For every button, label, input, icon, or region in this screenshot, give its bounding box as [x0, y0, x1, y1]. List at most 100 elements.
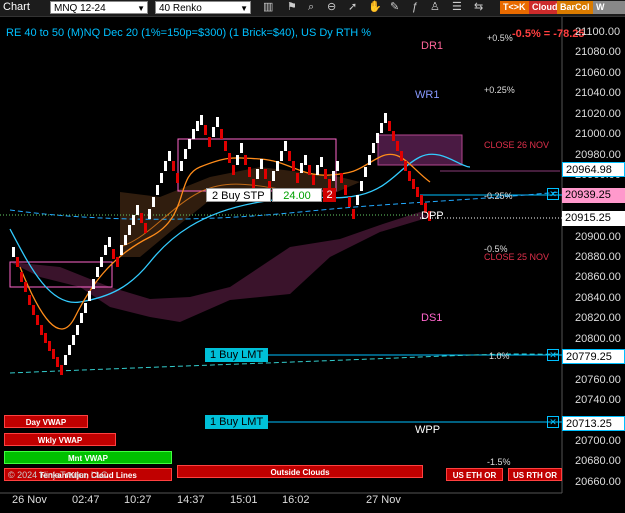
close-icon[interactable]: ✕ — [547, 349, 559, 361]
wkly-vwap-button[interactable]: Wkly VWAP — [4, 433, 116, 446]
time-label: 16:02 — [282, 494, 310, 506]
renko-brick — [284, 141, 287, 151]
close-icon[interactable]: ✕ — [547, 188, 559, 200]
renko-brick — [184, 149, 187, 159]
price-axis-label: 20980.00 — [575, 148, 621, 161]
renko-brick — [416, 187, 419, 197]
renko-brick — [48, 341, 51, 351]
day-vwap-button[interactable]: Day VWAP — [4, 415, 88, 428]
us-eth-or-button[interactable]: US ETH OR — [446, 468, 503, 481]
renko-brick — [84, 303, 87, 313]
renko-brick — [272, 171, 275, 181]
dpp-price-tag: 20915.25 — [562, 211, 625, 226]
renko-brick — [236, 155, 239, 165]
vwap-badge[interactable]: W VWA — [593, 1, 625, 14]
close-icon[interactable]: ✕ — [547, 416, 559, 428]
buy-lmt-order-2[interactable]: 1 Buy LMT — [205, 415, 269, 429]
renko-brick — [44, 333, 47, 343]
renko-brick — [156, 185, 159, 195]
indicator-icon[interactable]: ƒ — [412, 1, 418, 14]
renko-brick — [372, 143, 375, 153]
renko-brick — [360, 181, 363, 191]
instrument-selector[interactable]: MNQ 12-24 ▼ — [50, 1, 148, 14]
pencil-icon[interactable]: ✎ — [390, 1, 399, 14]
renko-brick — [420, 195, 423, 205]
buy-stp-order[interactable]: 2 Buy STP — [206, 188, 271, 202]
renko-brick — [300, 163, 303, 173]
zoom-icon[interactable]: ⌕ — [308, 1, 314, 14]
renko-brick — [368, 155, 371, 165]
renko-brick — [388, 121, 391, 131]
dpp-label: DPP — [421, 210, 444, 222]
chart-description: RE 40 to 50 (M)NQ Dec 20 (1%=150p=$300) … — [6, 27, 372, 39]
price-axis-label: 20660.00 — [575, 475, 621, 488]
bar-type-icon[interactable]: ▥ — [263, 1, 273, 14]
mnt-vwap-button[interactable]: Mnt VWAP — [4, 451, 172, 464]
barcol-badge[interactable]: BarCol — [557, 1, 593, 14]
renko-brick — [256, 169, 259, 179]
price-axis-label: 20760.00 — [575, 373, 621, 386]
renko-brick — [52, 349, 55, 359]
renko-brick — [188, 139, 191, 149]
current-price-tag: 20964.98 — [562, 162, 625, 177]
renko-brick — [144, 223, 147, 233]
price-axis-label: 21000.00 — [575, 128, 621, 141]
pointer-icon[interactable]: ➚ — [348, 1, 357, 14]
properties-icon[interactable]: ☰ — [452, 1, 462, 14]
tk-badge[interactable]: T<>K — [500, 1, 529, 14]
renko-brick — [276, 161, 279, 171]
renko-brick — [220, 129, 223, 139]
pnl-value: -0.5% = -78.25 — [512, 28, 585, 40]
renko-brick — [24, 282, 27, 292]
renko-brick — [340, 173, 343, 183]
bar-type-value: 40 Renko — [159, 3, 202, 14]
renko-brick — [116, 257, 119, 267]
renko-brick — [292, 161, 295, 171]
renko-brick — [104, 245, 107, 255]
renko-brick — [112, 249, 115, 259]
renko-brick — [168, 151, 171, 161]
renko-brick — [80, 313, 83, 323]
magnify-minus-icon[interactable]: ⊖ — [327, 1, 336, 14]
hand-icon[interactable]: ✋ — [368, 1, 382, 14]
instrument-value: MNQ 12-24 — [54, 3, 106, 14]
renko-brick — [212, 127, 215, 137]
renko-brick — [320, 157, 323, 167]
stp-qty-badge[interactable]: 2 — [323, 188, 336, 202]
renko-brick — [384, 113, 387, 123]
renko-brick — [204, 125, 207, 135]
renko-brick — [364, 167, 367, 177]
buy-lmt-order-1[interactable]: 1 Buy LMT — [205, 348, 269, 362]
trade-icon[interactable]: ⇆ — [474, 1, 483, 14]
renko-brick — [36, 315, 39, 325]
renko-brick — [32, 305, 35, 315]
price-axis-label: 20860.00 — [575, 271, 621, 284]
strategy-icon[interactable]: ♙ — [430, 1, 440, 14]
renko-brick — [16, 257, 19, 267]
bar-type-selector[interactable]: 40 Renko ▼ — [155, 1, 251, 14]
lmt1-price-tag: 20779.25 — [562, 349, 625, 364]
stp-price-input[interactable]: 24.00 — [272, 188, 322, 202]
drawing-tools-icon[interactable]: ⚑ — [287, 1, 297, 14]
price-axis-label: 21040.00 — [575, 87, 621, 100]
renko-brick — [240, 143, 243, 153]
price-axis-label: 21020.00 — [575, 107, 621, 120]
renko-brick — [176, 173, 179, 183]
cloud-badge[interactable]: Cloud — [529, 1, 561, 14]
renko-brick — [412, 179, 415, 189]
renko-brick — [352, 209, 355, 219]
pnl-prefix: -0.5% — [512, 28, 541, 40]
renko-brick — [160, 173, 163, 183]
renko-brick — [64, 355, 67, 365]
chart-toolbar: Chart MNQ 12-24 ▼ 40 Renko ▼ ▥ ⚑ ⌕ ⊖ ➚ ✋ ✎… — [0, 0, 625, 17]
chevron-down-icon: ▼ — [137, 4, 145, 13]
renko-bricks — [12, 113, 431, 375]
renko-brick — [336, 161, 339, 171]
renko-brick — [288, 151, 291, 161]
us-rth-or-button[interactable]: US RTH OR — [508, 468, 562, 481]
price-axis-label: 21060.00 — [575, 66, 621, 79]
renko-brick — [96, 267, 99, 277]
renko-brick — [400, 151, 403, 161]
outside-clouds-button[interactable]: Outside Clouds — [177, 465, 423, 478]
renko-brick — [132, 215, 135, 225]
